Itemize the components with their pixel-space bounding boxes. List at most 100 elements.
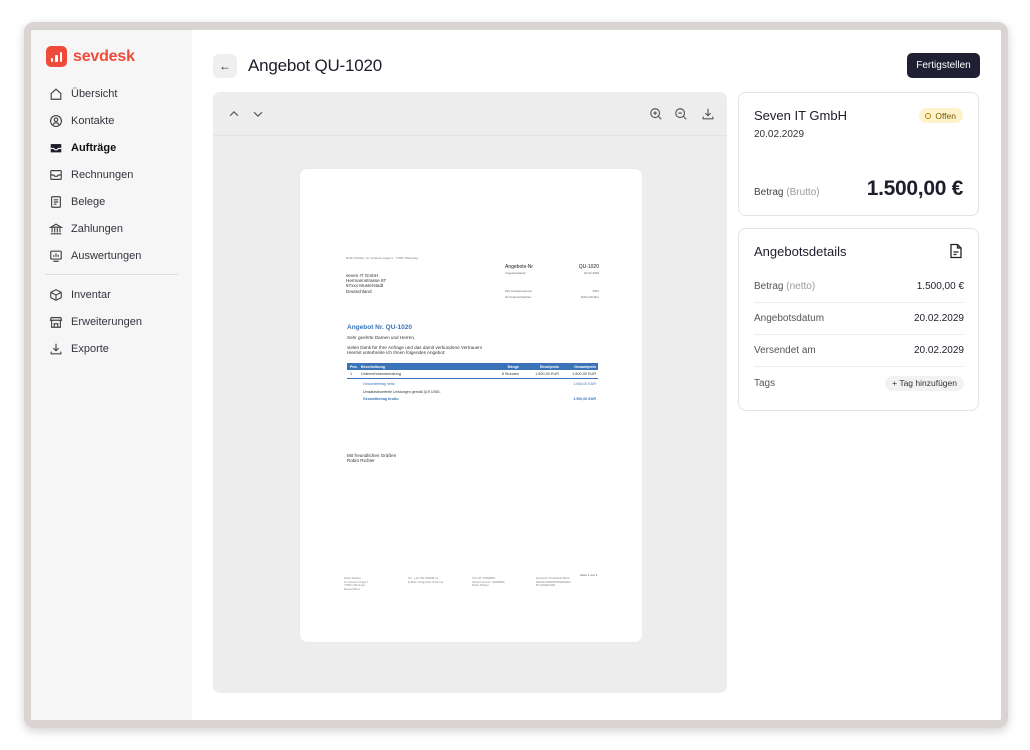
inbox-icon (49, 141, 63, 155)
page-number: Seite 1 von 1 (580, 573, 598, 577)
table-row: 1 Unternehmensberatung 8 Stunden 1.500,0… (347, 370, 598, 379)
sidebar-item-auswertungen[interactable]: Auswertungen (31, 242, 192, 269)
table-cell: 8 Stunden (501, 372, 519, 376)
sidebar-nav: Übersicht Kontakte Aufträge Rechnungen B… (31, 80, 192, 362)
column-header: Einzelpreis (540, 364, 559, 369)
page-title: Angebot QU-1020 (248, 56, 383, 75)
sidebar-item-rechnungen[interactable]: Rechnungen (31, 161, 192, 188)
document-title: Angebot Nr. QU-1020 (347, 324, 413, 331)
column-header: Beschreibung (361, 364, 385, 369)
logo[interactable]: sevdesk (46, 46, 135, 67)
sidebar-item-belege[interactable]: Belege (31, 188, 192, 215)
sidebar-item-label: Erweiterungen (71, 315, 142, 328)
back-button[interactable]: ← (213, 54, 237, 78)
document-meta: Angebots-Nr QU-1020 Angebotsdatum 20.02.… (505, 264, 599, 299)
sidebar-item-label: Auswertungen (71, 249, 142, 262)
details-card: Angebotsdetails Betrag (netto) 1.500,00 … (738, 228, 979, 411)
footer-line: E-Mail: info@robin-richter.de (408, 579, 444, 584)
document-page: Robin Richter | Im schönen Angel 1 · 776… (300, 169, 642, 642)
amount-qualifier: (Brutto) (786, 187, 820, 198)
sidebar-item-label: Übersicht (71, 87, 118, 100)
detail-qualifier: (netto) (786, 281, 816, 292)
sidebar-item-uebersicht[interactable]: Übersicht (31, 80, 192, 107)
amount-label: Betrag (Brutto) (754, 187, 820, 198)
detail-value: 20.02.2029 (913, 313, 964, 324)
summary-card: Seven IT GmbH Offen 20.02.2029 Betrag (B… (738, 92, 979, 216)
sidebar-item-inventar[interactable]: Inventar (31, 281, 192, 308)
finish-button[interactable]: Fertigstellen (907, 53, 980, 78)
zoom-out-icon[interactable] (673, 106, 689, 122)
chevron-up-icon[interactable] (226, 106, 242, 122)
footer-line: Deutschland (344, 586, 360, 591)
line-items-table: Pos. Beschreibung Menge Einzelpreis Gesa… (347, 363, 598, 401)
footer-line: Robin Richter (472, 583, 489, 588)
bank-icon (49, 222, 63, 236)
gross-total-row: Gesamtbetrag brutto 1.500,00 EUR (347, 397, 598, 401)
meta-value: 1001 (592, 289, 599, 293)
net-total-value: 1.500,00 EUR (573, 382, 596, 386)
amount-value: 1.500,00 € (866, 177, 964, 200)
zoom-in-icon[interactable] (648, 106, 664, 122)
meta-value: 20.02.2029 (583, 271, 599, 275)
download-icon (49, 342, 63, 356)
status-badge: Offen (919, 108, 963, 123)
closing-name: Robin Richter (347, 458, 375, 463)
home-icon (49, 87, 63, 101)
store-icon (49, 315, 63, 329)
detail-label: Versendet am (754, 345, 816, 356)
footer-column: Robin Richter Im schönen Angel 1 77652 O… (344, 576, 369, 591)
invoice-icon (49, 168, 63, 182)
detail-value: 20.02.2029 (913, 345, 964, 356)
tax-note: Umsatzsteuerfreie Leistungen gemäß §19 U… (363, 390, 441, 394)
table-header: Pos. Beschreibung Menge Einzelpreis Gesa… (347, 363, 598, 370)
meta-label: Ihr Ansprechpartner (505, 295, 532, 299)
meta-value: QU-1020 (578, 264, 599, 270)
brand-name: sevdesk (73, 47, 135, 65)
add-tag-button[interactable]: + Tag hinzufügen (885, 375, 964, 391)
sidebar-item-auftraege[interactable]: Aufträge (31, 134, 192, 161)
net-total-row: Gesamtbetrag netto 1.500,00 EUR (347, 382, 598, 386)
sidebar-item-erweiterungen[interactable]: Erweiterungen (31, 308, 192, 335)
chart-icon (49, 249, 63, 263)
sidebar-item-label: Aufträge (71, 141, 117, 154)
table-cell: 1 (350, 372, 353, 376)
sidebar-item-label: Kontakte (71, 114, 115, 127)
detail-row-versendet: Versendet am 20.02.2029 (754, 335, 964, 367)
recipient-address: seven IT GmbH Hermannstrasse 87 67xxx Mu… (346, 273, 386, 294)
table-cell: 1.500,00 EUR (535, 372, 559, 376)
box-icon (49, 288, 63, 302)
sender-line: Robin Richter | Im schönen Angel 1 · 776… (346, 256, 419, 260)
column-header: Gesamtpreis (574, 364, 596, 369)
sidebar-item-label: Belege (71, 195, 106, 208)
sevdesk-logo-icon (46, 46, 67, 67)
net-total-label: Gesamtbetrag netto (363, 382, 395, 386)
company-name: Seven IT GmbH (754, 108, 847, 123)
column-header: Menge (507, 364, 519, 369)
recipient-line: Deutschland (346, 288, 372, 294)
sidebar-item-zahlungen[interactable]: Zahlungen (31, 215, 192, 242)
sidebar-item-exporte[interactable]: Exporte (31, 335, 192, 362)
meta-label: Angebots-Nr (505, 264, 534, 270)
document-icon[interactable] (949, 243, 963, 259)
app-window: sevdesk Übersicht Kontakte Aufträge Rech… (31, 30, 1001, 720)
detail-label: Tags (754, 377, 776, 389)
contact-icon (49, 114, 63, 128)
amount-label-text: Betrag (754, 187, 784, 198)
column-header: Pos. (350, 364, 358, 369)
detail-label: Angebotsdatum (754, 313, 825, 324)
details-title: Angebotsdetails (754, 244, 847, 259)
footer-column: USt.-ID: 45998865 Steuernummer: 44998865… (472, 576, 505, 588)
download-icon[interactable] (700, 106, 716, 122)
table-cell: 1.500,00 EUR (572, 372, 596, 376)
detail-row-tags: Tags + Tag hinzufügen (754, 367, 964, 399)
status-label: Offen (935, 110, 956, 121)
sidebar-item-kontakte[interactable]: Kontakte (31, 107, 192, 134)
greeting: Sehr geehrte Damen und Herren, (347, 335, 416, 340)
footer-column: Deutsche Kreditbank Berlin DE01123900000… (536, 576, 571, 588)
meta-label: Angebotsdatum (505, 271, 527, 275)
receipt-icon (49, 195, 63, 209)
chevron-down-icon[interactable] (250, 106, 266, 122)
detail-label-text: Betrag (754, 281, 784, 292)
meta-value: Robin Richter (580, 295, 599, 299)
gross-total-value: 1.500,00 EUR (573, 397, 596, 401)
